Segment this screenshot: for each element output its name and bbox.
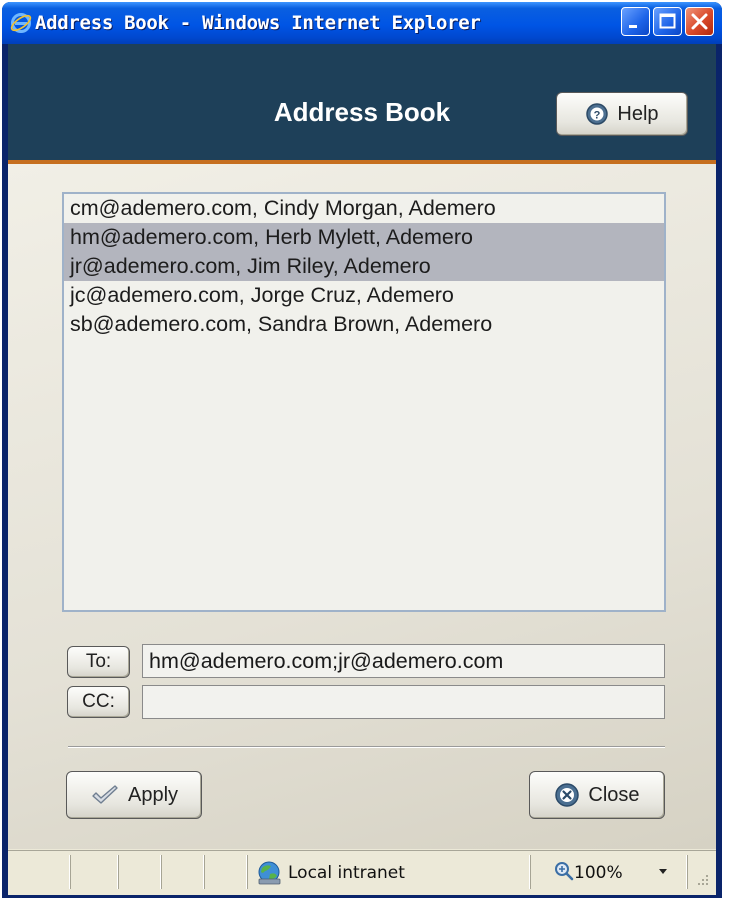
network-globe-icon <box>258 861 281 885</box>
cc-button[interactable]: CC: <box>67 686 130 718</box>
help-icon: ? <box>585 102 609 126</box>
resize-grip-icon[interactable] <box>696 873 710 887</box>
status-cell <box>161 855 162 889</box>
cc-field[interactable] <box>142 685 665 719</box>
minimize-icon <box>629 25 637 28</box>
title-bar: Address Book - Windows Internet Explorer <box>2 2 722 44</box>
contact-list-item[interactable]: cm@ademero.com, Cindy Morgan, Ademero <box>64 194 664 223</box>
svg-text:?: ? <box>594 110 601 122</box>
minimize-button[interactable] <box>621 7 650 36</box>
help-button[interactable]: ? Help <box>556 92 688 136</box>
cc-label: CC: <box>82 691 115 712</box>
contacts-listbox[interactable]: cm@ademero.com, Cindy Morgan, Ademero hm… <box>62 192 666 612</box>
ie-logo-icon <box>10 13 32 33</box>
ie-window: Address Book - Windows Internet Explorer… <box>2 2 722 898</box>
window-title: Address Book - Windows Internet Explorer <box>35 12 481 34</box>
status-cell <box>687 855 688 889</box>
status-bar: Local intranet 100% <box>8 850 716 895</box>
to-label: To: <box>85 651 112 672</box>
contact-list-item[interactable]: jc@ademero.com, Jorge Cruz, Ademero <box>64 281 664 310</box>
maximize-button[interactable] <box>653 7 682 36</box>
close-icon <box>691 13 708 30</box>
status-cell <box>247 855 248 889</box>
chevron-down-icon[interactable] <box>658 868 668 876</box>
contact-list-item-selected[interactable]: hm@ademero.com, Herb Mylett, Ademero <box>64 223 664 252</box>
status-cell <box>204 855 205 889</box>
zone-label: Local intranet <box>288 863 405 883</box>
zoom-icon <box>555 862 574 881</box>
close-circle-icon <box>554 782 580 808</box>
close-label: Close <box>588 783 640 806</box>
close-window-button[interactable] <box>685 7 714 36</box>
apply-label: Apply <box>127 783 179 806</box>
status-cell <box>530 855 531 889</box>
divider <box>68 746 665 748</box>
status-cell <box>118 855 119 889</box>
to-button[interactable]: To: <box>67 646 130 678</box>
to-field[interactable]: hm@ademero.com;jr@ademero.com <box>142 644 665 678</box>
checkmark-icon <box>90 783 120 807</box>
contact-list-item[interactable]: sb@ademero.com, Sandra Brown, Ademero <box>64 310 664 339</box>
close-button[interactable]: Close <box>529 771 665 819</box>
apply-button[interactable]: Apply <box>66 771 202 819</box>
status-cell <box>70 855 71 889</box>
maximize-icon <box>659 13 676 29</box>
help-label: Help <box>617 102 659 125</box>
contact-list-item-selected[interactable]: jr@ademero.com, Jim Riley, Ademero <box>64 252 664 281</box>
zoom-level[interactable]: 100% <box>574 863 623 883</box>
